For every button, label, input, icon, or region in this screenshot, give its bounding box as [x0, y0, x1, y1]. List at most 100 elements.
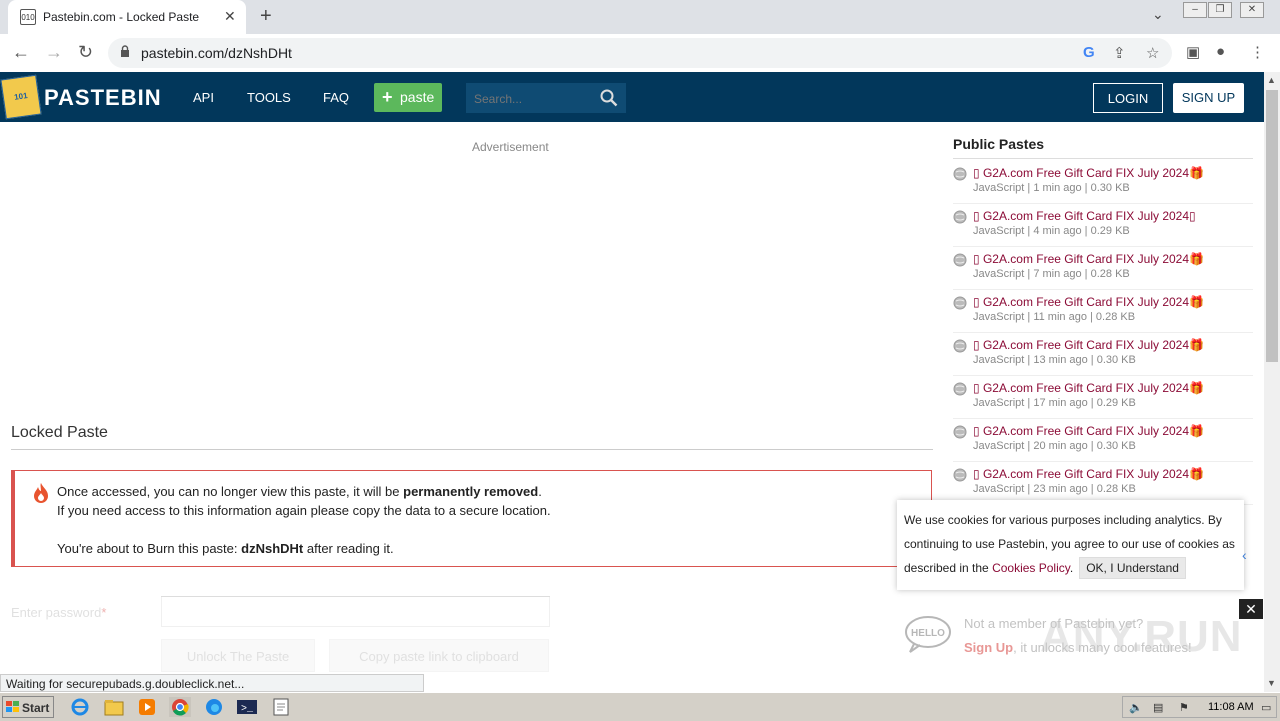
- svg-text:>_: >_: [241, 704, 254, 715]
- fire-icon: [34, 483, 48, 503]
- required-mark: *: [101, 605, 107, 620]
- chrome-icon[interactable]: [169, 697, 191, 717]
- globe-icon: [953, 468, 967, 482]
- pastebin-logo-icon[interactable]: 101: [0, 74, 42, 120]
- back-arrow-icon[interactable]: ←: [12, 42, 30, 63]
- public-paste-item[interactable]: ▯ G2A.com Free Gift Card FIX July 2024🎁 J…: [953, 246, 1253, 290]
- public-paste-item[interactable]: ▯ G2A.com Free Gift Card FIX July 2024🎁 J…: [953, 418, 1253, 462]
- forward-arrow-icon[interactable]: →: [45, 42, 63, 63]
- public-paste-item[interactable]: ▯ G2A.com Free Gift Card FIX July 2024▯ J…: [953, 203, 1253, 247]
- public-paste-item[interactable]: ▯ G2A.com Free Gift Card FIX July 2024🎁 J…: [953, 289, 1253, 333]
- google-g-icon[interactable]: G: [1083, 44, 1095, 61]
- nav-api[interactable]: API: [193, 90, 214, 105]
- volume-icon[interactable]: 🔈: [1129, 701, 1143, 714]
- public-paste-meta: JavaScript | 17 min ago | 0.29 KB: [973, 397, 1136, 409]
- new-paste-button[interactable]: + paste: [374, 83, 442, 112]
- profile-avatar-icon[interactable]: ●: [1216, 43, 1225, 60]
- public-paste-title[interactable]: ▯ G2A.com Free Gift Card FIX July 2024🎁: [973, 381, 1204, 395]
- public-paste-title[interactable]: ▯ G2A.com Free Gift Card FIX July 2024🎁: [973, 295, 1204, 309]
- network-icon[interactable]: ▤: [1153, 701, 1163, 714]
- globe-icon: [953, 382, 967, 396]
- browser-menu-icon[interactable]: ⋮: [1250, 43, 1265, 61]
- media-player-icon[interactable]: [136, 697, 158, 717]
- page-scrollbar[interactable]: ▲ ▼: [1264, 72, 1280, 692]
- promo-close-icon[interactable]: ✕: [1239, 599, 1263, 619]
- password-input[interactable]: [161, 596, 550, 627]
- search-icon[interactable]: [600, 89, 618, 107]
- unlock-paste-button[interactable]: Unlock The Paste: [161, 639, 315, 672]
- public-pastes-title: Public Pastes: [953, 136, 1045, 152]
- powershell-icon[interactable]: >_: [236, 697, 258, 717]
- page-title: Locked Paste: [11, 424, 108, 441]
- system-clock[interactable]: 11:08 AM: [1208, 701, 1254, 713]
- nav-faq[interactable]: FAQ: [323, 90, 349, 105]
- side-panel-icon[interactable]: ▣: [1186, 43, 1200, 61]
- bookmark-star-icon[interactable]: ☆: [1146, 44, 1159, 62]
- tab-search-chevron-icon[interactable]: ⌄: [1152, 6, 1164, 23]
- login-button[interactable]: LOGIN: [1093, 83, 1163, 113]
- window-close-icon[interactable]: ✕: [1240, 2, 1264, 18]
- signup-button[interactable]: SIGN UP: [1173, 83, 1244, 113]
- notepad-icon[interactable]: [270, 697, 292, 717]
- action-center-flag-icon[interactable]: ⚑: [1179, 701, 1189, 714]
- address-bar[interactable]: pastebin.com/dzNshDHt G ⇪ ☆: [108, 38, 1172, 68]
- promo-signup-link[interactable]: Sign Up: [964, 640, 1013, 655]
- public-paste-title[interactable]: ▯ G2A.com Free Gift Card FIX July 2024🎁: [973, 252, 1204, 266]
- hello-bubble-icon: HELLO: [905, 616, 951, 653]
- paste-id: dzNshDHt: [241, 541, 304, 556]
- browser-tab[interactable]: 010 Pastebin.com - Locked Paste ✕: [8, 0, 246, 34]
- copy-link-button[interactable]: Copy paste link to clipboard: [329, 639, 549, 672]
- scroll-up-icon[interactable]: ▲: [1267, 75, 1276, 85]
- share-icon[interactable]: ⇪: [1113, 44, 1126, 62]
- password-label: Enter password*: [11, 605, 106, 620]
- globe-icon: [953, 296, 967, 310]
- public-paste-item[interactable]: ▯ G2A.com Free Gift Card FIX July 2024🎁 J…: [953, 461, 1253, 505]
- public-paste-title[interactable]: ▯ G2A.com Free Gift Card FIX July 2024🎁: [973, 166, 1204, 180]
- file-explorer-icon[interactable]: [103, 697, 125, 717]
- notice-line-3-suffix: after reading it.: [303, 541, 394, 556]
- public-paste-title[interactable]: ▯ G2A.com Free Gift Card FIX July 2024▯: [973, 209, 1196, 223]
- public-paste-title[interactable]: ▯ G2A.com Free Gift Card FIX July 2024🎁: [973, 338, 1204, 352]
- anyrun-watermark: ANY.RUN: [1040, 612, 1243, 661]
- globe-icon: [953, 167, 967, 181]
- globe-icon: [953, 339, 967, 353]
- nav-tools[interactable]: TOOLS: [247, 90, 291, 105]
- tab-close-icon[interactable]: ✕: [224, 8, 236, 25]
- reload-icon[interactable]: ↻: [78, 42, 93, 63]
- public-paste-title[interactable]: ▯ G2A.com Free Gift Card FIX July 2024🎁: [973, 424, 1204, 438]
- chevron-left-icon[interactable]: ‹: [1242, 547, 1247, 563]
- public-paste-meta: JavaScript | 1 min ago | 0.30 KB: [973, 182, 1130, 194]
- search-input[interactable]: [472, 89, 596, 109]
- url-text: pastebin.com/dzNshDHt: [141, 45, 292, 61]
- scroll-down-icon[interactable]: ▼: [1267, 678, 1276, 688]
- edge-icon[interactable]: [203, 697, 225, 717]
- show-desktop-icon[interactable]: ▭: [1261, 701, 1271, 714]
- public-paste-title[interactable]: ▯ G2A.com Free Gift Card FIX July 2024🎁: [973, 467, 1204, 481]
- public-paste-item[interactable]: ▯ G2A.com Free Gift Card FIX July 2024🎁 J…: [953, 160, 1253, 204]
- browser-tab-strip: 010 Pastebin.com - Locked Paste ✕ + ⌄ – …: [0, 0, 1280, 34]
- cookie-ok-button[interactable]: OK, I Understand: [1079, 557, 1186, 579]
- internet-explorer-icon[interactable]: [69, 697, 91, 717]
- scroll-thumb[interactable]: [1266, 90, 1278, 362]
- public-paste-meta: JavaScript | 13 min ago | 0.30 KB: [973, 354, 1136, 366]
- window-restore-icon[interactable]: ❐: [1208, 2, 1232, 18]
- window-minimize-icon[interactable]: –: [1183, 2, 1207, 18]
- cookies-policy-link[interactable]: Cookies Policy: [992, 561, 1070, 575]
- public-paste-item[interactable]: ▯ G2A.com Free Gift Card FIX July 2024🎁 J…: [953, 332, 1253, 376]
- public-paste-meta: JavaScript | 4 min ago | 0.29 KB: [973, 225, 1130, 237]
- sidebar-divider: [953, 158, 1253, 159]
- system-tray: 🔈 ▤ ⚑ 11:08 AM ▭: [1122, 696, 1277, 718]
- browser-status-bubble: Waiting for securepubads.g.doubleclick.n…: [0, 674, 424, 692]
- password-label-text: Enter password: [11, 605, 102, 620]
- browser-toolbar: ← → ↻ pastebin.com/dzNshDHt G ⇪ ☆ ▣ ● ⋮: [0, 34, 1280, 73]
- site-brand[interactable]: PASTEBIN: [44, 85, 162, 111]
- cookie-text-suffix: .: [1069, 561, 1074, 575]
- new-tab-plus-icon[interactable]: +: [260, 5, 272, 28]
- windows-flag-icon: [6, 701, 19, 712]
- start-button[interactable]: Start: [2, 696, 54, 718]
- public-paste-item[interactable]: ▯ G2A.com Free Gift Card FIX July 2024🎁 J…: [953, 375, 1253, 419]
- public-paste-meta: JavaScript | 11 min ago | 0.28 KB: [973, 311, 1136, 323]
- notice-line-1-bold: permanently removed: [403, 484, 539, 499]
- notice-line-1-suffix: .: [538, 484, 542, 499]
- notice-line-2: If you need access to this information a…: [57, 503, 551, 518]
